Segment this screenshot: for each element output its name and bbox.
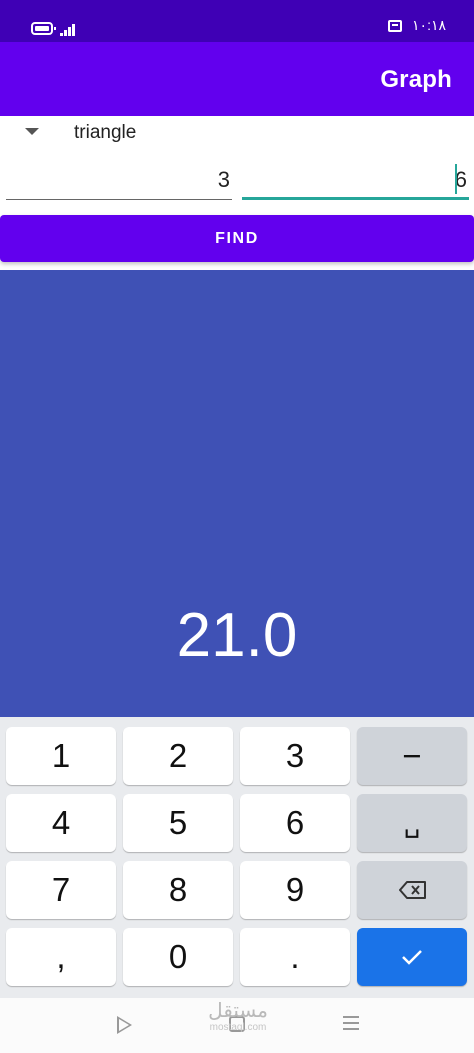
key-space[interactable]: ␣ <box>357 794 467 852</box>
key-4[interactable]: 4 <box>6 794 116 852</box>
first-value-input[interactable]: 3 <box>6 160 232 200</box>
key-minus[interactable]: − <box>357 727 467 785</box>
status-bar: ١٠:١٨ <box>0 0 474 42</box>
key-3[interactable]: 3 <box>240 727 350 785</box>
watermark-sub: mostaql.com <box>209 1022 267 1033</box>
key-1[interactable]: 1 <box>6 727 116 785</box>
watermark: مستقل <box>208 1000 268 1022</box>
notification-icon <box>388 19 403 32</box>
result-panel: 21.0 <box>0 270 474 717</box>
key-backspace[interactable] <box>357 861 467 919</box>
status-time: ١٠:١٨ <box>412 17 446 33</box>
key-8[interactable]: 8 <box>123 861 233 919</box>
signal-icon <box>60 22 78 36</box>
key-comma[interactable]: , <box>6 928 116 986</box>
app-bar: Graph <box>0 42 474 116</box>
back-icon[interactable] <box>117 1016 132 1034</box>
shape-dropdown[interactable]: triangle <box>0 116 474 152</box>
menu-icon[interactable] <box>343 1016 359 1030</box>
shape-dropdown-value[interactable]: triangle <box>74 122 136 144</box>
key-2[interactable]: 2 <box>123 727 233 785</box>
find-button[interactable]: FIND <box>0 215 474 262</box>
text-cursor <box>455 164 457 194</box>
second-value-input[interactable]: 6 <box>242 160 469 200</box>
key-0[interactable]: 0 <box>123 928 233 986</box>
dropdown-arrow-icon[interactable] <box>25 128 39 135</box>
app-title: Graph <box>380 66 452 93</box>
status-right: ١٠:١٨ <box>388 17 446 34</box>
system-nav-bar: مستقل mostaql.com <box>0 998 474 1053</box>
key-enter[interactable] <box>357 928 467 986</box>
key-5[interactable]: 5 <box>123 794 233 852</box>
key-7[interactable]: 7 <box>6 861 116 919</box>
battery-icon <box>31 22 56 35</box>
backspace-icon <box>399 881 426 899</box>
key-6[interactable]: 6 <box>240 794 350 852</box>
check-icon <box>402 950 422 965</box>
key-9[interactable]: 9 <box>240 861 350 919</box>
key-dot[interactable]: . <box>240 928 350 986</box>
result-value: 21.0 <box>176 601 298 670</box>
numeric-keyboard: 1 2 3 − 4 5 6 ␣ 7 8 9 , 0 . <box>0 717 474 998</box>
